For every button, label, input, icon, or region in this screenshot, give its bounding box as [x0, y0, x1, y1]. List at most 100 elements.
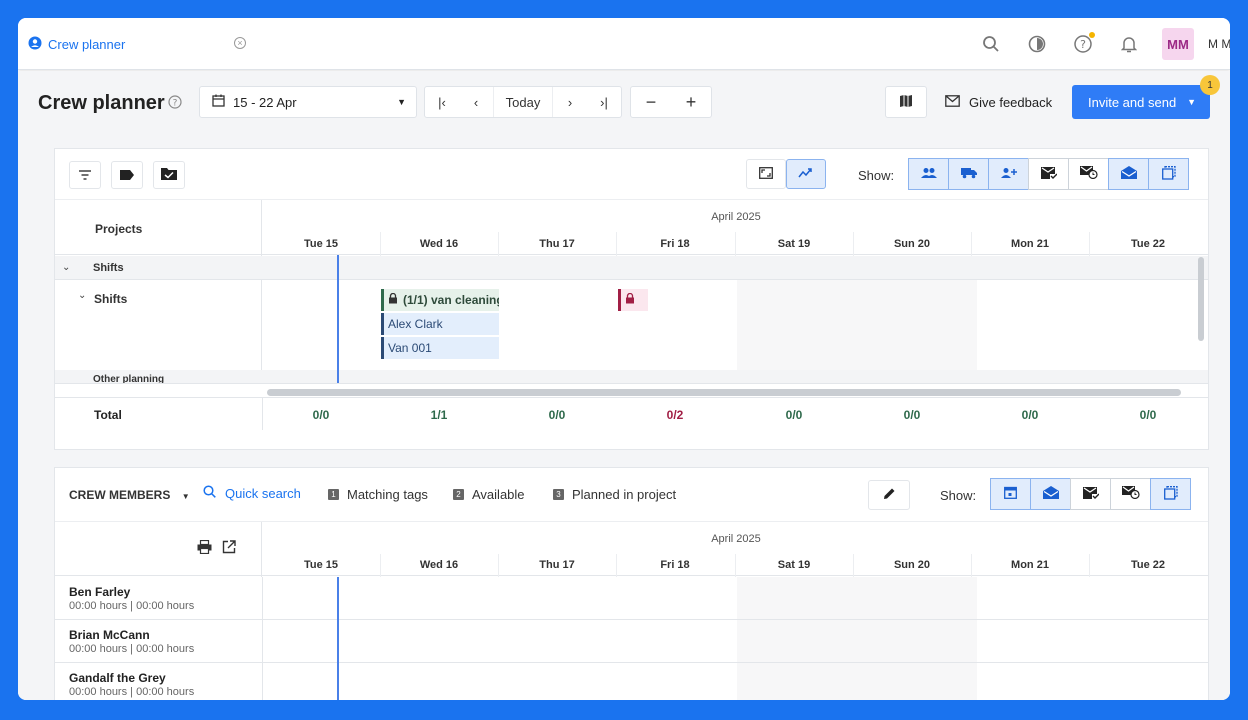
expand-view-button[interactable]	[746, 159, 786, 189]
people-icon	[920, 167, 937, 182]
last-page-button[interactable]: ›|	[587, 87, 621, 117]
tag-button[interactable]	[111, 161, 143, 189]
today-button[interactable]: Today	[493, 87, 553, 117]
hours-planned: 00:00 hours	[69, 686, 128, 698]
vertical-scrollbar[interactable]	[1198, 257, 1204, 341]
show-label: Show:	[940, 488, 977, 503]
avatar[interactable]: MM	[1162, 28, 1194, 60]
month-label: April 2025	[711, 211, 761, 223]
trend-view-button[interactable]	[786, 159, 826, 189]
search-icon[interactable]	[980, 33, 1002, 55]
show-mail-pending-toggle[interactable]	[1110, 478, 1151, 510]
total-value: 0/0	[548, 408, 566, 422]
invite-and-send-button[interactable]: Invite and send ▼	[1072, 85, 1210, 119]
crew-name: Ben Farley	[69, 585, 131, 599]
filter-number: 1	[328, 489, 339, 500]
zoom-in-button[interactable]: +	[671, 87, 711, 117]
shift-card-friday[interactable]	[618, 289, 648, 311]
filter-available[interactable]: 2 Available	[453, 487, 525, 502]
open-external-icon[interactable]	[222, 540, 236, 557]
first-page-button[interactable]: |‹	[425, 87, 459, 117]
quick-search-label: Quick search	[225, 485, 301, 501]
mail-open-icon	[1042, 486, 1059, 502]
mail-check-icon	[1082, 486, 1099, 502]
show-mail-open-toggle[interactable]	[1108, 158, 1149, 190]
crew-hours: 00:00 hours | 00:00 hours	[69, 686, 195, 698]
show-vehicles-toggle[interactable]	[948, 158, 989, 190]
hours-planned: 00:00 hours	[69, 600, 128, 612]
filter-matching-tags[interactable]: 1 Matching tags	[328, 487, 428, 502]
copy-icon	[1163, 485, 1178, 503]
day-header: Fri 18	[660, 559, 690, 571]
folder-check-button[interactable]	[153, 161, 185, 189]
activity-icon[interactable]	[1026, 33, 1048, 55]
hours-available: 00:00 hours	[136, 643, 195, 655]
crew-hours: 00:00 hours | 00:00 hours	[69, 643, 195, 655]
total-value: 1/1	[430, 408, 448, 422]
crew-row[interactable]: Gandalf the Grey 00:00 hours | 00:00 hou…	[55, 663, 1208, 700]
chevron-down-icon[interactable]: ⌄	[78, 290, 86, 301]
next-button[interactable]: ›	[553, 87, 587, 117]
total-value: 0/2	[666, 408, 684, 422]
print-icon[interactable]	[197, 539, 212, 557]
tab-label: Crew planner	[48, 36, 126, 52]
lock-icon	[625, 292, 635, 307]
show-mail-confirmed-toggle[interactable]	[1070, 478, 1111, 510]
bell-icon[interactable]	[1118, 33, 1140, 55]
caret-down-icon: ▼	[181, 492, 190, 501]
show-toggles	[908, 158, 1189, 190]
hours-available: 00:00 hours	[136, 600, 195, 612]
caret-down-icon: ▼	[397, 97, 406, 107]
quick-search-button[interactable]: Quick search	[203, 485, 301, 501]
help-icon[interactable]: ?	[1072, 32, 1095, 55]
chevron-down-icon[interactable]: ⌄	[62, 262, 70, 273]
crew-row[interactable]: Ben Farley 00:00 hours | 00:00 hours	[55, 577, 1208, 620]
filter-planned-in-project[interactable]: 3 Planned in project	[553, 487, 676, 502]
shifts-group-row[interactable]: ⌄ Shifts	[55, 256, 1208, 280]
day-header: Wed 16	[419, 238, 459, 250]
crew-name: Gandalf the Grey	[69, 671, 166, 685]
search-icon	[203, 485, 216, 501]
truck-icon	[960, 167, 977, 182]
date-range-label: 15 - 22 Apr	[233, 94, 297, 110]
previous-button[interactable]: ‹	[459, 87, 493, 117]
shift-card-person[interactable]: Alex Clark	[381, 313, 499, 335]
show-mail-pending-toggle[interactable]	[1068, 158, 1109, 190]
zoom-out-button[interactable]: −	[631, 87, 671, 117]
help-circle-icon[interactable]: ?	[168, 95, 182, 112]
shift-card-vehicle[interactable]: Van 001	[381, 337, 499, 359]
filter-button[interactable]	[69, 161, 101, 189]
crew-row[interactable]: Brian McCann 00:00 hours | 00:00 hours	[55, 620, 1208, 663]
horizontal-scrollbar[interactable]	[267, 389, 1181, 396]
show-calendar-toggle[interactable]	[990, 478, 1031, 510]
hours-planned: 00:00 hours	[69, 643, 128, 655]
close-tab-icon[interactable]: ×	[234, 37, 246, 49]
page-header: Crew planner ? 15 - 22 Apr ▼ |‹ ‹ Today …	[18, 71, 1230, 133]
folder-check-icon	[161, 167, 177, 183]
day-header: Fri 18	[660, 238, 690, 250]
give-feedback-button[interactable]: Give feedback	[933, 86, 1063, 118]
weekend-shade	[737, 280, 977, 370]
help-notification-dot	[1089, 32, 1095, 38]
show-mail-open-toggle[interactable]	[1030, 478, 1071, 510]
show-copies-toggle[interactable]	[1150, 478, 1191, 510]
map-button[interactable]	[885, 86, 927, 118]
crew-members-dropdown[interactable]: CREW MEMBERS ▼	[69, 488, 190, 502]
show-copies-toggle[interactable]	[1148, 158, 1189, 190]
shift-card-title[interactable]: (1/1) van cleaning	[381, 289, 499, 311]
show-mail-confirmed-toggle[interactable]	[1028, 158, 1069, 190]
other-planning-row[interactable]: Other planning	[55, 370, 1208, 384]
date-range-select[interactable]: 15 - 22 Apr ▼	[199, 86, 417, 118]
edit-button[interactable]	[868, 480, 910, 510]
show-label: Show:	[858, 168, 895, 183]
show-add-people-toggle[interactable]	[988, 158, 1029, 190]
crew-column-header	[55, 522, 262, 577]
filter-label: Matching tags	[347, 487, 428, 502]
shift-vehicle: Van 001	[388, 341, 432, 355]
show-people-toggle[interactable]	[908, 158, 949, 190]
shift-person: Alex Clark	[388, 317, 443, 331]
total-value: 0/0	[785, 408, 803, 422]
user-name[interactable]: M M	[1208, 37, 1230, 51]
tab-crew-planner[interactable]: Crew planner ×	[18, 18, 246, 70]
day-header: Tue 22	[1130, 238, 1166, 250]
